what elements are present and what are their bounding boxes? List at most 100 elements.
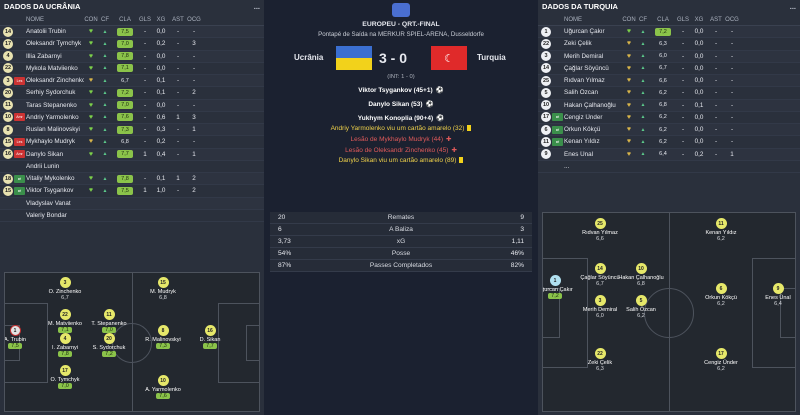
table-row[interactable]: 9 Enes Ünal ♥ ▲ 6,4 - 0,2 - 1 bbox=[538, 148, 800, 161]
table-row[interactable]: Andrii Lunin bbox=[0, 161, 264, 173]
pitch-player[interactable]: 20 S. Sydorchuk 7,2 bbox=[87, 333, 131, 357]
table-row[interactable]: 5 Salih Özcan ♥ ▲ 6,2 - 0,0 - - bbox=[538, 87, 800, 100]
player-name[interactable]: Merih Demiral bbox=[564, 53, 622, 60]
table-row[interactable]: 3 Merih Demiral ♥ ▲ 6,0 - 0,0 - - bbox=[538, 50, 800, 63]
pitch-player[interactable]: 17 O. Tymchyk 7,0 bbox=[43, 365, 87, 389]
pitch-player[interactable]: 1Uğurcan Çakır7,2 bbox=[543, 275, 577, 299]
pitch-player[interactable]: 22 M. Matviienko 7,1 bbox=[43, 309, 87, 333]
pitch-player[interactable]: 6 Orkun Kökçü 6,2 bbox=[699, 283, 743, 307]
player-name[interactable]: Mykola Matviienko bbox=[26, 65, 84, 72]
player-name[interactable]: Vitaliy Mykolenko bbox=[26, 175, 84, 182]
column-header-cla[interactable]: CLA bbox=[650, 17, 676, 23]
column-header-cf[interactable]: CF bbox=[636, 17, 650, 23]
pitch-player[interactable]: 17 Cengiz Ünder 6,2 bbox=[699, 348, 743, 372]
table-row[interactable]: 22 Zeki Çelik ♥ ▲ 6,3 - 0,0 - - bbox=[538, 38, 800, 51]
column-header-con[interactable]: CON bbox=[622, 17, 636, 23]
column-header-gls[interactable]: GLS bbox=[676, 17, 690, 23]
column-header-ast[interactable]: AST bbox=[708, 17, 724, 23]
table-row[interactable]: 6 ⇄ Orkun Kökçü ♥ ▲ 6,2 - 0,0 - - bbox=[538, 124, 800, 137]
column-header-ocg[interactable]: OCG bbox=[724, 17, 740, 23]
table-row[interactable]: 18 ⇄ Vitaliy Mykolenko ♥ ▲ 7,8 - 0,1 1 2 bbox=[0, 173, 264, 186]
player-name[interactable]: Mykhaylo Mudryk bbox=[26, 138, 84, 145]
pitch-player[interactable]: 3 Merih Demiral 6,0 bbox=[578, 295, 622, 319]
pitch-player[interactable]: 3 O. Zinchenko 6,7 bbox=[43, 277, 87, 301]
table-row[interactable]: 20 Serhiy Sydorchuk ♥ ▲ 7,2 - 0,1 - 2 bbox=[0, 87, 264, 100]
table-row[interactable]: 10 Amr Andriy Yarmolenko ♥ ▲ 7,6 - 0,6 1 3 bbox=[0, 112, 264, 124]
table-row[interactable]: 15 ⇄ Viktor Tsygankov ♥ ▲ 7,5 1 1,0 - 2 bbox=[0, 185, 264, 198]
player-name[interactable]: Vladyslav Vanat bbox=[26, 200, 84, 207]
pitch-player[interactable]: 22 Zeki Çelik 6,3 bbox=[578, 348, 622, 372]
player-name[interactable]: Andriy Yarmolenko bbox=[26, 114, 84, 121]
table-row[interactable]: 17 Oleksandr Tymchyk ♥ ▲ 7,0 - 0,2 - 3 bbox=[0, 38, 264, 51]
table-row[interactable]: 11 ⇄ Kenan Yıldız ♥ ▲ 6,2 - 0,0 - - bbox=[538, 136, 800, 149]
table-row[interactable]: 15 Les Mykhaylo Mudryk ♥ ▲ 6,8 - 0,2 - - bbox=[0, 136, 264, 149]
table-row[interactable]: 25 Rıdvan Yılmaz ♥ ▲ 6,6 - 0,0 - - bbox=[538, 75, 800, 88]
column-header-name[interactable]: NOME bbox=[564, 17, 622, 23]
column-header-con[interactable]: CON bbox=[84, 17, 98, 23]
home-team-name[interactable]: Ucrânia bbox=[294, 53, 323, 62]
pitch-player[interactable]: 1 A. Trubin 7,5 bbox=[5, 325, 37, 349]
player-name[interactable]: Enes Ünal bbox=[564, 151, 622, 158]
player-name[interactable]: Serhiy Sydorchuk bbox=[26, 89, 84, 96]
player-name[interactable]: Taras Stepanenko bbox=[26, 102, 84, 109]
pitch-player[interactable]: 10 A. Yarmolenko 7,6 bbox=[141, 375, 185, 399]
player-name[interactable]: Salih Özcan bbox=[564, 89, 622, 96]
table-row[interactable]: 22 Mykola Matviienko ♥ ▲ 7,1 - 0,0 - - bbox=[0, 63, 264, 75]
player-name[interactable]: ... bbox=[564, 163, 622, 170]
table-row[interactable]: 16 Amr Danylo Sikan ♥ ▲ 7,7 1 0,4 - 1 bbox=[0, 148, 264, 161]
column-header-cla[interactable]: CLA bbox=[112, 17, 138, 23]
pitch-player[interactable]: 25 Rıdvan Yılmaz 6,6 bbox=[578, 218, 622, 242]
pitch-player[interactable]: 16 D. Sikan 7,7 bbox=[188, 325, 232, 349]
player-name[interactable]: Kenan Yıldız bbox=[564, 138, 622, 145]
player-name[interactable]: Ruslan Malinovskyi bbox=[26, 126, 84, 133]
player-name[interactable]: Cengiz Ünder bbox=[564, 114, 622, 121]
pitch-player[interactable]: 5 Salih Özcan 6,2 bbox=[619, 295, 663, 319]
panel-menu-button[interactable]: ... bbox=[254, 0, 260, 14]
pitch-player[interactable]: 14 Çağlar Söyüncü 6,7 bbox=[578, 263, 622, 287]
player-name[interactable]: Zeki Çelik bbox=[564, 40, 622, 47]
pitch-player[interactable]: 8 R. Malinovskyi 7,3 bbox=[141, 325, 185, 349]
table-row[interactable]: 3 Les Oleksandr Zinchenko ♥ ▲ 6,7 - 0,1 - - bbox=[0, 75, 264, 88]
column-header-xg[interactable]: XG bbox=[690, 17, 708, 23]
column-header-cf[interactable]: CF bbox=[98, 17, 112, 23]
player-name[interactable]: Oleksandr Tymchyk bbox=[26, 40, 84, 47]
player-name[interactable]: Çağlar Söyüncü bbox=[564, 65, 622, 72]
table-row[interactable]: 1 Uğurcan Çakır ♥ ▲ 7,2 - 0,0 - - bbox=[538, 26, 800, 39]
player-name[interactable]: Orkun Kökçü bbox=[564, 126, 622, 133]
player-name[interactable]: Oleksandr Zinchenko bbox=[26, 77, 84, 84]
pitch-player[interactable]: 9 Enes Ünal 6,4 bbox=[756, 283, 795, 307]
column-header-xg[interactable]: XG bbox=[152, 17, 170, 23]
column-header-name[interactable]: NOME bbox=[26, 17, 84, 23]
table-row[interactable]: 8 Ruslan Malinovskyi ♥ ▲ 7,3 - 0,3 - 1 bbox=[0, 124, 264, 137]
table-row[interactable]: 4 Illia Zabarnyi ♥ ▲ 7,8 - 0,0 - - bbox=[0, 50, 264, 63]
away-team-name[interactable]: Turquia bbox=[477, 53, 506, 62]
player-name[interactable]: Illia Zabarnyi bbox=[26, 53, 84, 60]
player-name[interactable]: Rıdvan Yılmaz bbox=[564, 77, 622, 84]
table-row[interactable]: Valeriy Bondar bbox=[0, 210, 264, 222]
player-name[interactable]: Danylo Sikan bbox=[26, 151, 84, 158]
column-header-gls[interactable]: GLS bbox=[138, 17, 152, 23]
pitch-player[interactable]: 11 T. Stepanenko 7,0 bbox=[87, 309, 131, 333]
player-name[interactable]: Valeriy Bondar bbox=[26, 212, 84, 219]
pitch-player[interactable]: 11 Kenan Yıldız 6,2 bbox=[699, 218, 743, 242]
table-row[interactable]: 14 Çağlar Söyüncü ♥ ▲ 6,7 - 0,0 - - bbox=[538, 63, 800, 75]
column-header-ocg[interactable]: OCG bbox=[186, 17, 202, 23]
table-row[interactable]: 17 ⇄ Cengiz Ünder ♥ ▲ 6,2 - 0,0 - - bbox=[538, 112, 800, 124]
player-name[interactable]: Viktor Tsygankov bbox=[26, 187, 84, 194]
shirt-number: 3 bbox=[541, 51, 551, 62]
table-row[interactable]: Vladyslav Vanat bbox=[0, 197, 264, 210]
player-name[interactable]: Uğurcan Çakır bbox=[564, 28, 622, 35]
table-row[interactable]: 10 Hakan Çalhanoğlu ♥ ▲ 6,8 - 0,1 - - bbox=[538, 99, 800, 112]
panel-menu-button[interactable]: ... bbox=[790, 0, 796, 14]
player-name[interactable]: Hakan Çalhanoğlu bbox=[564, 102, 622, 109]
form-arrow-icon: ▲ bbox=[640, 102, 646, 109]
column-header-ast[interactable]: AST bbox=[170, 17, 186, 23]
table-row[interactable]: ... bbox=[538, 161, 800, 173]
table-row[interactable]: 11 Taras Stepanenko ♥ ▲ 7,0 - 0,0 - - bbox=[0, 99, 264, 112]
pitch-player[interactable]: 15 M. Mudryk 6,8 bbox=[141, 277, 185, 301]
table-row[interactable]: 14 Anatolii Trubin ♥ ▲ 7,5 - 0,0 - - bbox=[0, 26, 264, 39]
player-name[interactable]: Andrii Lunin bbox=[26, 163, 84, 170]
player-name[interactable]: Anatolii Trubin bbox=[26, 28, 84, 35]
pitch-player[interactable]: 4 I. Zabarnyi 7,8 bbox=[43, 333, 87, 357]
pitch-player[interactable]: 10 Hakan Çalhanoğlu 6,8 bbox=[618, 263, 664, 287]
